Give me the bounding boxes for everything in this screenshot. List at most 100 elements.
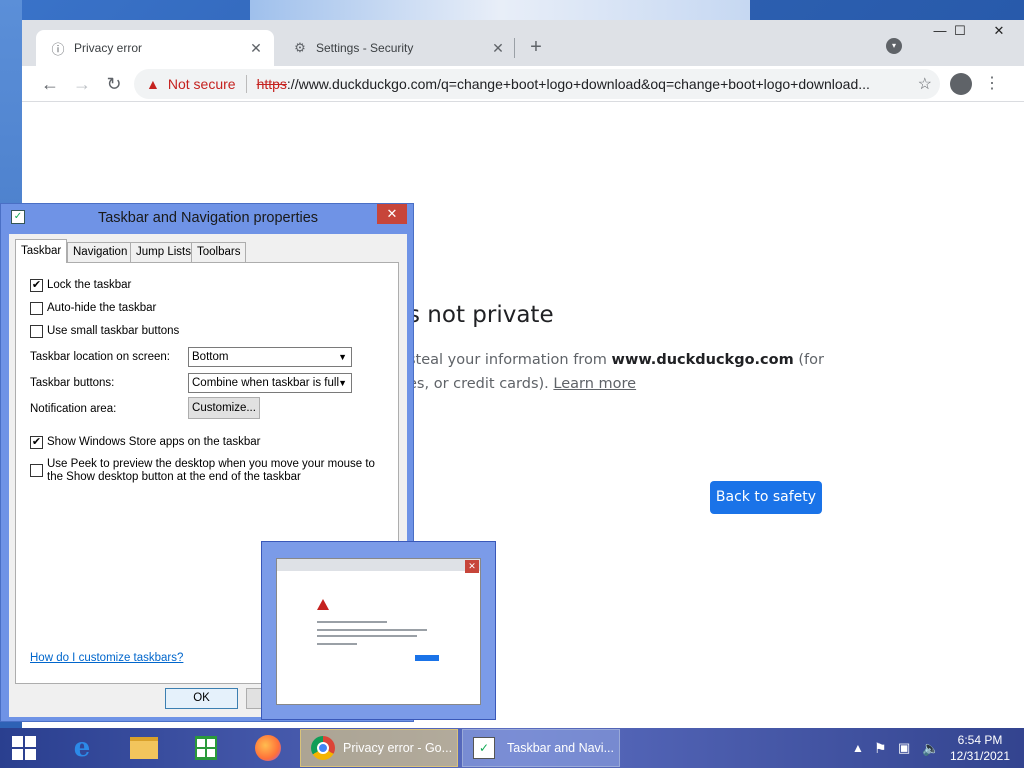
tab-search-icon[interactable]: ▾ (886, 38, 902, 54)
info-icon: ⓘ (51, 41, 65, 57)
small-buttons-option[interactable]: Use small taskbar buttons (30, 325, 179, 338)
internet-explorer-icon[interactable]: e (64, 730, 100, 766)
task-label: Taskbar and Navi... (507, 741, 614, 755)
learn-more-link[interactable]: Learn more (553, 376, 636, 392)
dialog-titlebar[interactable]: ✓ Taskbar and Navigation properties ✕ (1, 204, 413, 232)
file-explorer-icon[interactable] (126, 730, 162, 766)
store-icon[interactable] (188, 730, 224, 766)
show-hidden-icons-chevron-icon[interactable]: ▲ (852, 728, 864, 768)
checkbox-label: Show Windows Store apps on the taskbar (47, 436, 261, 448)
thumbnail-page (276, 558, 481, 705)
select-value: Bottom (192, 351, 229, 363)
address-bar[interactable]: ▲ Not secure https ://www.duckduckgo.com… (134, 69, 940, 99)
help-link[interactable]: How do I customize taskbars? (30, 652, 183, 664)
back-to-safety-button[interactable]: Back to safety (710, 481, 822, 514)
auto-hide-option[interactable]: Auto-hide the taskbar (30, 302, 156, 315)
desktop-wallpaper-cloud (250, 0, 750, 20)
chevron-down-icon: ▼ (338, 378, 347, 388)
tab-label: Settings - Security (316, 41, 414, 55)
tab-separator (514, 38, 515, 58)
task-label: Privacy error - Go... (343, 741, 453, 755)
tab-strip: ⓘ Privacy error ✕ ⚙ Settings - Security … (22, 20, 1024, 66)
gear-icon: ⚙ (294, 40, 306, 55)
clock-date: 12/31/2021 (949, 749, 1011, 763)
star-bookmark-icon[interactable]: ☆ (918, 74, 932, 94)
thumbnail-text-line (317, 629, 427, 631)
checkbox-unchecked[interactable] (30, 302, 43, 315)
divider (245, 75, 247, 93)
thumbnail-text-line (317, 643, 357, 645)
volume-icon[interactable]: 🔈 (922, 728, 939, 768)
tab-privacy-error[interactable]: ⓘ Privacy error ✕ (36, 30, 274, 66)
tab-jump-lists[interactable]: Jump Lists (130, 242, 197, 262)
error-heading: s not private (408, 302, 554, 328)
url-scheme: https (256, 76, 287, 92)
new-tab-button[interactable]: + (522, 34, 550, 62)
clock-time: 6:54 PM (957, 733, 1003, 747)
checkbox-label: Use small taskbar buttons (47, 325, 180, 337)
ok-button[interactable]: OK (165, 688, 238, 709)
thumbnail-text-line (317, 635, 417, 637)
customize-button[interactable]: Customize... (188, 397, 260, 419)
notification-label: Notification area: (30, 403, 117, 415)
more-menu-icon[interactable]: ⋮ (984, 70, 1000, 98)
taskbar-thumbnail-preview[interactable]: ✕ (261, 541, 496, 720)
location-select[interactable]: Bottom ▼ (188, 347, 352, 367)
dialog-title: Taskbar and Navigation properties (97, 210, 319, 226)
checkbox-checked[interactable]: ✔ (30, 436, 43, 449)
taskbar-chrome-button[interactable]: Privacy error - Go... (300, 729, 458, 767)
error-text-part: (for (793, 352, 824, 368)
checkbox-label: Auto-hide the taskbar (47, 302, 157, 314)
close-tab-icon[interactable]: ✕ (488, 40, 508, 57)
select-value: Combine when taskbar is full (192, 377, 340, 389)
action-center-flag-icon[interactable]: ⚑ (874, 728, 887, 768)
error-text-part: steal your information from (408, 352, 612, 368)
tab-navigation[interactable]: Navigation (67, 242, 134, 262)
back-arrow-icon[interactable]: ← (36, 70, 64, 98)
error-domain: www.duckduckgo.com (611, 352, 794, 368)
warning-triangle-icon (317, 599, 329, 610)
warning-triangle-icon[interactable]: ▲ (146, 76, 160, 92)
tab-settings-security[interactable]: ⚙ Settings - Security ✕ (278, 30, 516, 66)
profile-avatar-icon[interactable] (950, 73, 972, 95)
chevron-down-icon: ▼ (338, 352, 347, 362)
forward-arrow-icon[interactable]: → (68, 70, 96, 98)
network-icon[interactable]: ▣ (898, 728, 910, 768)
windows-logo-icon (12, 736, 36, 760)
close-tab-icon[interactable]: ✕ (246, 40, 266, 57)
windows-taskbar: e Privacy error - Go... ✓ Taskbar and Na… (0, 728, 1024, 768)
tab-toolbars[interactable]: Toolbars (191, 242, 247, 262)
properties-icon: ✓ (473, 737, 495, 759)
error-description: steal your information from www.duckduck… (408, 348, 828, 396)
taskbar-properties-button[interactable]: ✓ Taskbar and Navi... (462, 729, 620, 767)
start-button[interactable] (8, 730, 40, 766)
peek-option[interactable]: Use Peek to preview the desktop when you… (30, 458, 380, 484)
reload-icon[interactable]: ↻ (100, 70, 128, 98)
lock-taskbar-option[interactable]: ✔ Lock the taskbar (30, 279, 131, 292)
firefox-icon[interactable] (250, 730, 286, 766)
thumbnail-close-icon[interactable]: ✕ (465, 560, 479, 573)
close-window-button[interactable]: ✕ (976, 20, 1022, 44)
thumbnail-text-line (317, 621, 387, 623)
checkbox-label: Lock the taskbar (47, 279, 132, 291)
checkbox-checked[interactable]: ✔ (30, 279, 43, 292)
url-text: ://www.duckduckgo.com/q=change+boot+logo… (286, 76, 870, 92)
checkbox-label: Use Peek to preview the desktop when you… (47, 458, 375, 483)
dialog-close-button[interactable]: ✕ (377, 204, 407, 224)
thumbnail-tabbar (277, 559, 480, 571)
not-secure-label[interactable]: Not secure (168, 76, 236, 92)
tab-label: Privacy error (74, 41, 143, 55)
maximize-button[interactable]: ☐ (944, 20, 976, 44)
thumbnail-button (415, 655, 439, 661)
location-label: Taskbar location on screen: (30, 351, 170, 363)
error-text-part: es, or credit cards). (408, 376, 554, 392)
buttons-select[interactable]: Combine when taskbar is full ▼ (188, 373, 352, 393)
checkbox-unchecked[interactable] (30, 325, 43, 338)
store-apps-option[interactable]: ✔ Show Windows Store apps on the taskbar (30, 436, 261, 449)
browser-toolbar: ← → ↻ ▲ Not secure https ://www.duckduck… (22, 66, 1024, 102)
checkbox-unchecked[interactable] (30, 464, 43, 477)
tab-taskbar[interactable]: Taskbar (15, 239, 68, 263)
clock[interactable]: 6:54 PM 12/31/2021 (948, 732, 1012, 764)
chrome-icon (311, 736, 335, 760)
buttons-label: Taskbar buttons: (30, 377, 115, 389)
